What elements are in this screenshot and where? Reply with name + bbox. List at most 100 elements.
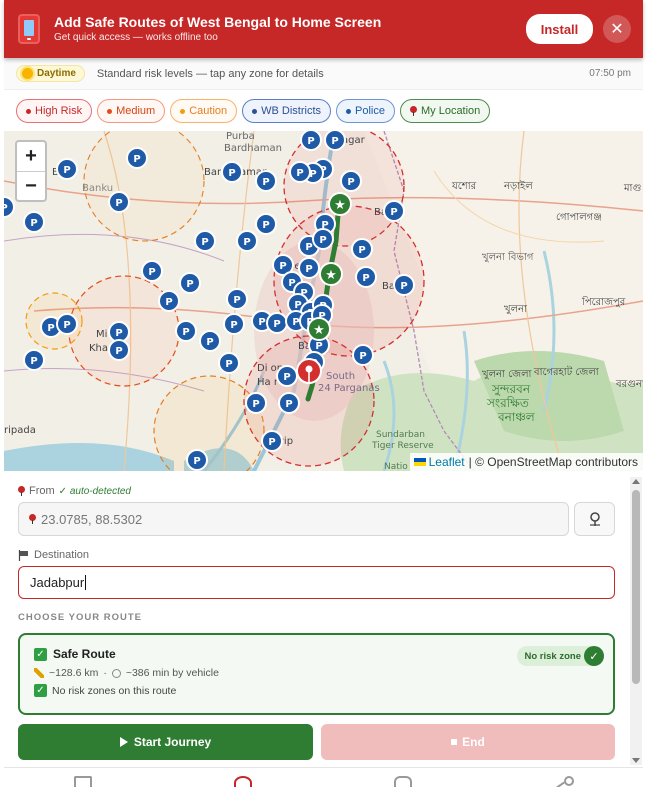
map-canvas[interactable]: PurbaBardhamanBankuBaBarddhamanMi purKha…: [4, 131, 643, 471]
police-icon: P: [315, 341, 322, 352]
police-station-marker[interactable]: P: [221, 161, 243, 183]
share-icon[interactable]: [554, 776, 574, 787]
police-icon: P: [305, 242, 312, 253]
police-station-marker[interactable]: P: [158, 290, 180, 312]
police-station-marker[interactable]: P: [108, 191, 130, 213]
safe-waypoint[interactable]: ★: [307, 317, 331, 341]
police-station-marker[interactable]: P: [126, 147, 148, 169]
app-root: Add Safe Routes of West Bengal to Home S…: [0, 0, 657, 787]
from-label: From: [29, 485, 55, 497]
install-button[interactable]: Install: [526, 14, 593, 44]
chip-high-risk[interactable]: High Risk: [16, 99, 93, 123]
chip-wb-districts[interactable]: WB Districts: [242, 99, 332, 123]
alert-icon[interactable]: [234, 776, 252, 787]
police-station-marker[interactable]: P: [226, 288, 248, 310]
map-place-label: Ha r: [257, 377, 279, 388]
chip-my-location[interactable]: My Location: [399, 99, 491, 123]
check-icon: ✓: [584, 646, 604, 666]
police-station-marker[interactable]: P: [261, 430, 283, 452]
police-station-marker[interactable]: P: [255, 170, 277, 192]
police-icon: P: [262, 177, 269, 188]
police-station-marker[interactable]: P: [255, 213, 277, 235]
end-button[interactable]: End: [321, 724, 615, 760]
police-station-marker[interactable]: P: [223, 313, 245, 335]
police-station-marker[interactable]: P: [355, 266, 377, 288]
police-station-marker[interactable]: P: [108, 339, 130, 361]
police-station-marker[interactable]: P: [23, 349, 45, 371]
locate-me-button[interactable]: [574, 502, 615, 536]
police-station-marker[interactable]: P: [266, 312, 288, 334]
police-station-marker[interactable]: P: [298, 257, 320, 279]
location-pin-icon: [29, 514, 36, 524]
scroll-up-arrow-icon[interactable]: [632, 479, 640, 484]
police-station-marker[interactable]: P: [141, 260, 163, 282]
police-icon: P: [283, 372, 290, 383]
destination-pin-icon[interactable]: [296, 358, 322, 384]
police-station-marker[interactable]: P: [340, 170, 362, 192]
police-station-marker[interactable]: P: [199, 330, 221, 352]
map-icon[interactable]: [74, 776, 92, 787]
destination-label: Destination: [34, 549, 90, 561]
status-time: 07:50 pm: [589, 68, 631, 79]
police-station-marker[interactable]: P: [324, 131, 346, 151]
police-station-marker[interactable]: P: [186, 449, 208, 471]
police-icon: P: [359, 351, 366, 362]
police-station-marker[interactable]: P: [289, 161, 311, 183]
start-journey-button[interactable]: Start Journey: [18, 724, 313, 760]
map-view[interactable]: PurbaBardhamanBankuBaBarddhamanMi purKha…: [4, 131, 643, 471]
police-icon: P: [115, 328, 122, 339]
clock-icon: [111, 668, 121, 678]
police-icon: P: [258, 317, 265, 328]
status-bar: Daytime Standard risk levels — tap any z…: [4, 58, 643, 90]
police-icon: P: [305, 264, 312, 275]
police-station-marker[interactable]: P: [218, 352, 240, 374]
police-station-marker[interactable]: P: [56, 313, 78, 335]
close-icon[interactable]: ✕: [603, 15, 631, 43]
zoom-out-button[interactable]: −: [17, 171, 45, 200]
safe-waypoint[interactable]: ★: [319, 262, 343, 286]
star-icon: ★: [325, 268, 337, 283]
route-header: ✓ Safe Route: [34, 647, 599, 661]
chip-caution[interactable]: Caution: [170, 99, 238, 123]
dot-icon: [107, 108, 113, 114]
chip-police[interactable]: Police: [336, 99, 395, 123]
police-station-marker[interactable]: P: [300, 131, 322, 151]
destination-input[interactable]: Jadabpur: [18, 566, 615, 599]
police-icon: P: [233, 295, 240, 306]
safe-waypoint[interactable]: ★: [328, 192, 352, 216]
scroll-thumb[interactable]: [632, 490, 640, 684]
police-station-marker[interactable]: P: [236, 230, 258, 252]
banner-text: Add Safe Routes of West Bengal to Home S…: [54, 13, 526, 45]
map-place-label: Sundarban: [376, 430, 425, 440]
chip-medium[interactable]: Medium: [97, 99, 166, 123]
police-station-marker[interactable]: P: [383, 200, 405, 222]
police-station-marker[interactable]: P: [352, 344, 374, 366]
panel-scrollbar[interactable]: [630, 477, 642, 765]
police-icon: P: [358, 245, 365, 256]
play-icon: [119, 737, 128, 747]
police-station-marker[interactable]: P: [351, 238, 373, 260]
phone-app-icon: [18, 14, 40, 44]
police-station-marker[interactable]: P: [194, 230, 216, 252]
shield-icon[interactable]: [394, 776, 412, 787]
from-input[interactable]: 23.0785, 88.5302: [18, 502, 569, 536]
dot-icon: [252, 108, 258, 114]
police-station-marker[interactable]: P: [245, 392, 267, 414]
scroll-down-arrow-icon[interactable]: [632, 758, 640, 763]
police-icon: P: [230, 320, 237, 331]
police-station-marker[interactable]: P: [23, 211, 45, 233]
zoom-in-button[interactable]: +: [17, 142, 45, 171]
safe-route-card[interactable]: ✓ Safe Route No risk zone ✓ ~128.6 km · …: [18, 633, 615, 715]
police-station-marker[interactable]: P: [393, 274, 415, 296]
police-station-marker[interactable]: P: [312, 228, 334, 250]
police-station-marker[interactable]: P: [175, 320, 197, 342]
police-icon: P: [186, 279, 193, 290]
police-station-marker[interactable]: P: [179, 272, 201, 294]
police-station-marker[interactable]: P: [56, 158, 78, 180]
leaflet-link[interactable]: Leaflet: [429, 455, 465, 469]
map-place-label: খুলনা: [504, 304, 528, 315]
police-station-marker[interactable]: P: [278, 392, 300, 414]
stop-icon: [451, 739, 458, 745]
meta-separator: ·: [103, 667, 107, 679]
police-station-marker[interactable]: P: [276, 365, 298, 387]
